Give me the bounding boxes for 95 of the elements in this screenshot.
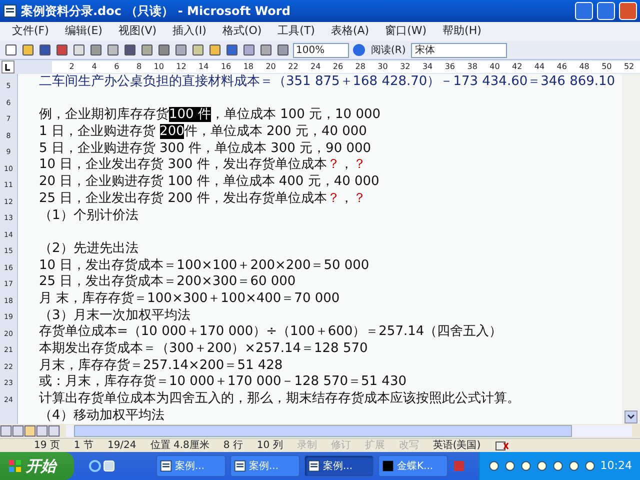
- text-line: （2）先进先出法: [39, 240, 140, 258]
- clock: 10:24: [600, 458, 632, 474]
- ruler-number: 26: [332, 61, 344, 73]
- ruler-number: 36: [444, 61, 456, 73]
- text-run: 1 日，企业购进存货: [39, 124, 156, 140]
- tab-selector-icon[interactable]: [0, 60, 16, 74]
- read-button[interactable]: 阅读(R): [369, 42, 408, 58]
- text-run: 10 日，企业发出存货 300 件，发出存货单位成本: [39, 157, 327, 172]
- menu-item[interactable]: 窗口(W): [377, 23, 435, 40]
- menu-item[interactable]: 编辑(E): [56, 23, 110, 40]
- start-button[interactable]: 开始: [0, 452, 74, 480]
- taskbar-button[interactable]: 案例...: [156, 455, 226, 477]
- vertical-scrollbar[interactable]: [622, 74, 640, 424]
- ruler-number: 22: [287, 61, 298, 73]
- menu-item[interactable]: 帮助(H): [434, 23, 490, 40]
- ruler-number: 42: [511, 61, 522, 73]
- text-line: 存货单位成本=（10 000＋170 000）÷（100＋600）＝257.14（四舍五入）: [39, 324, 504, 341]
- question-mark: ？: [326, 190, 340, 206]
- ruler-number: 50: [600, 61, 612, 73]
- taskbar-button[interactable]: 案例...: [230, 455, 300, 477]
- text-line: （1）个别计价法: [39, 208, 140, 224]
- text-line: 二车间生产办公桌负担的直接材料成本＝（351 875＋168 428.70）－173 434.60＝346 869.10: [39, 74, 616, 91]
- text-line: 本期发出存货成本＝（300＋200）×257.14＝128 570: [39, 341, 369, 358]
- ruler-number: 52: [622, 61, 634, 73]
- ruler-number: 30: [376, 61, 388, 73]
- text-run: 25 日，企业发出存货 200 件，发出存货单位成本: [39, 190, 327, 206]
- question-mark: ？: [352, 190, 366, 206]
- ruler-number: 28: [354, 61, 366, 73]
- text-line: 月末，库存存货＝257.14×200＝51 428: [39, 358, 284, 374]
- text-line: 10 日，发出存货成本＝100×100＋200×200＝50 000: [39, 258, 370, 274]
- spelling-status-icon: [494, 438, 509, 452]
- text-line: 25 日，发出存货成本＝200×300＝60 000: [39, 274, 297, 291]
- language-status: 英语(美国): [432, 438, 481, 453]
- minimize-button[interactable]: [575, 2, 593, 20]
- ruler-number: 32: [399, 61, 410, 73]
- font-dropdown[interactable]: 宋体: [410, 42, 507, 58]
- word-document-icon: [308, 460, 320, 472]
- ruler-number: 48: [578, 61, 590, 73]
- zoom-dropdown[interactable]: 100%: [293, 42, 349, 58]
- text-line: 月 末，库存存货＝100×300＋100×400＝70 000: [39, 290, 341, 308]
- ruler-number: 14: [198, 61, 209, 73]
- word-document-icon: [234, 460, 246, 472]
- word-document-icon: [3, 4, 17, 18]
- status-text: 8 行: [223, 439, 243, 453]
- text-run: 件，单位成本 200 元，40 000: [184, 124, 367, 140]
- text-run: ，单位成本 100 元，10 000: [210, 107, 381, 122]
- maximize-button[interactable]: [597, 2, 615, 20]
- text-line: 或：月末，库存存货＝10 000＋170 000－128 570＝51 430: [39, 374, 408, 391]
- menu-item[interactable]: 文件(F): [4, 23, 57, 40]
- ruler-number: 20: [264, 61, 276, 73]
- ruler-number: 8: [135, 61, 142, 73]
- selected-text: 200: [160, 124, 184, 140]
- ruler-number: 6: [113, 61, 120, 73]
- text-run: 例，企业期初库存存货: [39, 107, 169, 122]
- status-text: 位置 4.8厘米: [150, 438, 210, 453]
- text-line: （4）移动加权平均法: [39, 408, 166, 424]
- app-window-icon: [382, 460, 394, 472]
- ruler-number: 38: [466, 61, 478, 73]
- status-text: 1 节: [74, 438, 94, 453]
- taskbar-button[interactable]: 案例...: [304, 455, 374, 477]
- windows-logo-icon: [8, 459, 22, 473]
- ruler-number: 18: [242, 61, 254, 73]
- menu-item[interactable]: 格式(O): [214, 23, 270, 40]
- ruler-number: 46: [556, 61, 567, 73]
- close-button[interactable]: [619, 2, 637, 20]
- text-line: 5 日，企业购进存货 300 件，单位成本 300 元，90 000: [39, 140, 372, 157]
- ruler-number: 40: [488, 61, 500, 73]
- menu-item[interactable]: 工具(T): [270, 23, 323, 40]
- status-text: 10 列: [256, 439, 283, 453]
- taskbar-button[interactable]: 金蝶K...: [378, 455, 448, 477]
- text-line: 计算出存货单位成本为四舍五入的，那么，期末结存存货成本应该按照此公式计算。: [39, 391, 521, 408]
- status-text: 19 页: [34, 439, 60, 453]
- ruler-number: 12: [175, 61, 186, 73]
- text-line: 20 日，企业购进存货 100 件，单位成本 400 元，40 000: [39, 174, 380, 191]
- question-mark: ？: [352, 157, 366, 172]
- menu-item[interactable]: 插入(I): [164, 23, 214, 40]
- status-text: 19/24: [107, 439, 136, 453]
- text-line: （3）月末一次加权平均法: [39, 308, 192, 324]
- menu-item[interactable]: 视图(V): [110, 23, 165, 40]
- ruler-number: 4: [90, 61, 97, 73]
- ruler-number: 2: [68, 61, 74, 73]
- menu-item[interactable]: 表格(A): [322, 23, 378, 40]
- ruler-number: 34: [421, 61, 433, 73]
- text-run: ，: [340, 157, 353, 172]
- ruler-number: 24: [310, 61, 321, 73]
- scroll-down-icon[interactable]: [624, 410, 638, 424]
- horizontal-scrollbar[interactable]: [66, 425, 632, 437]
- question-mark: ？: [326, 157, 340, 172]
- ruler-number: 10: [152, 61, 164, 73]
- word-document-icon: [160, 460, 172, 472]
- ruler-number: 16: [220, 61, 232, 73]
- ruler-number: 44: [533, 61, 545, 73]
- selected-text: 100 件: [169, 107, 211, 122]
- window-title: 案例资料分录.doc （只读） - Microsoft Word: [21, 3, 290, 20]
- text-run: ，: [340, 190, 353, 206]
